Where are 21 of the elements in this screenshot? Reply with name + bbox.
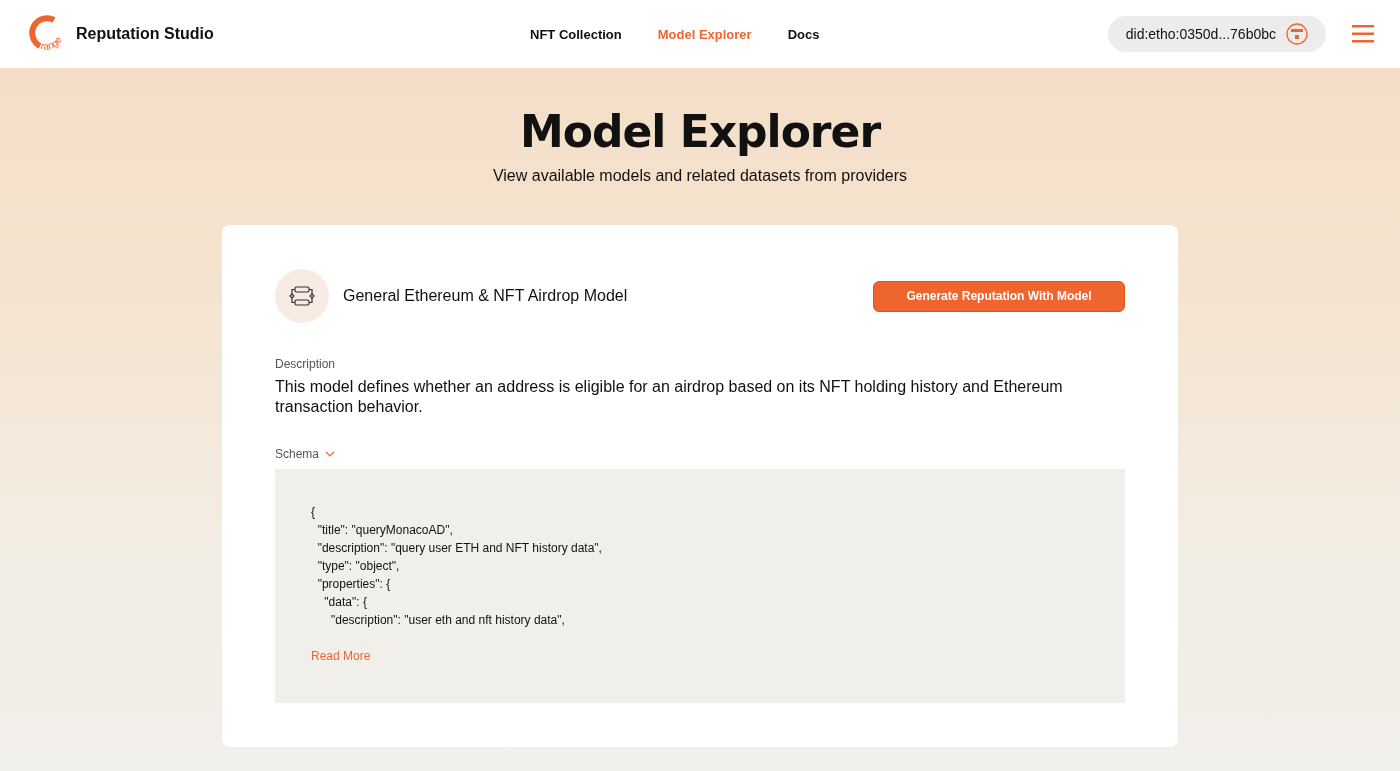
code-line: "type": "object", [316,558,401,575]
nav-link[interactable]: NFT Collection [530,26,622,42]
wallet-icon [1286,23,1308,45]
account-pill[interactable]: did:etho:0350d...76b0bc [1107,16,1326,52]
description-label: Description [275,357,337,371]
schema-label: Schema [275,447,320,461]
chevron-icon[interactable] [325,451,336,457]
model-name: General Ethereum & NFT Airdrop Model [343,287,629,305]
code-line: "description": "user eth and nft history data", [330,612,566,629]
page-title: Model Explorer [519,106,881,157]
brand-name: Reputation Studio [76,25,214,43]
code-line: "properties": { [316,576,392,593]
page-subtitle: View available models and related datasets from providers [492,167,908,185]
workflow-icon [287,284,317,308]
nav-link[interactable]: Docs [787,26,820,42]
code-line: "description": "query user ETH and NFT history data", [316,540,603,557]
code-line: { [311,504,316,521]
code-line: "title": "queryMonacoAD", [316,522,454,539]
menu-icon[interactable] [1352,25,1374,43]
code-line: "data": { [323,594,368,611]
model-description: This model defines whether an address is eligible for an airdrop based on its NFT holding history and Ethereum transaction behavior. [275,377,1064,417]
